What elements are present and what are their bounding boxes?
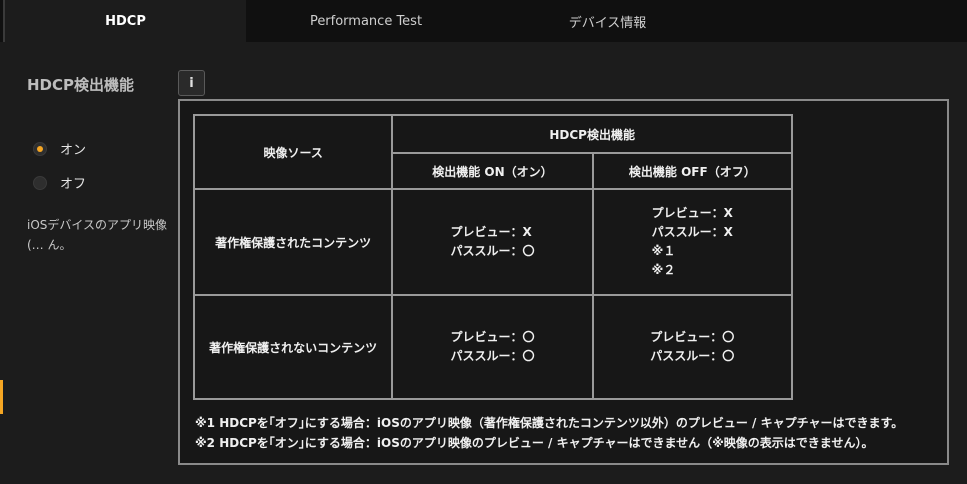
tab-device-info[interactable]: デバイス情報 xyxy=(486,0,729,42)
app-window: HDCP Performance Test デバイス情報 HDCP検出機能 i … xyxy=(0,0,967,484)
cell-line: パススルー：X xyxy=(651,225,733,239)
radio-option-off[interactable]: オフ xyxy=(33,173,86,192)
hdcp-description: iOSデバイスのアプリ映像(… ん。 xyxy=(27,218,168,252)
hdcp-info-popup: 映像ソース HDCP検出機能 検出機能 ON（オン） 検出機能 OFF（オフ） … xyxy=(178,99,949,465)
cell-line: ※１ xyxy=(651,244,676,258)
table-row: 著作権保護されないコンテンツ プレビュー：〇 パススルー：〇 プレビュー：〇 パ… xyxy=(192,294,794,400)
cell-protected-on: プレビュー：X パススルー：〇 xyxy=(391,188,594,296)
radio-on-indicator[interactable] xyxy=(33,141,47,156)
cell-line: パススルー：〇 xyxy=(650,349,735,363)
info-button[interactable]: i xyxy=(178,70,205,96)
col-on-header: 検出機能 ON（オン） xyxy=(391,152,594,190)
radio-off-label: オフ xyxy=(60,177,87,192)
col-off-header: 検出機能 OFF（オフ） xyxy=(591,152,794,190)
cell-line: プレビュー：X xyxy=(651,206,733,220)
cell-line: プレビュー：〇 xyxy=(650,330,735,344)
hdcp-matrix-table: 映像ソース HDCP検出機能 検出機能 ON（オン） 検出機能 OFF（オフ） … xyxy=(192,114,794,400)
row-source-unprotected: 著作権保護されないコンテンツ xyxy=(192,294,394,400)
cell-unprotected-on: プレビュー：〇 パススルー：〇 xyxy=(391,294,594,400)
tab-bar: HDCP Performance Test デバイス情報 xyxy=(0,0,967,42)
cell-protected-off: プレビュー：X パススルー：X ※１ ※２ xyxy=(591,188,794,296)
col-source-header: 映像ソース xyxy=(192,114,394,190)
group-header: HDCP検出機能 xyxy=(391,114,793,154)
tab-performance-test[interactable]: Performance Test xyxy=(246,0,486,42)
cell-line: プレビュー：〇 xyxy=(450,330,535,344)
radio-option-on[interactable]: オン xyxy=(33,139,86,158)
cell-line: パススルー：〇 xyxy=(450,349,535,363)
info-icon: i xyxy=(189,75,194,91)
footnote-2: ※2 HDCPを｢オン｣にする場合：iOSのアプリ映像のプレビュー / キャプチ… xyxy=(195,436,874,450)
footnotes: ※1 HDCPを｢オフ｣にする場合：iOSのアプリ映像（著作権保護されたコンテン… xyxy=(195,413,903,453)
cell-line: パススルー：〇 xyxy=(450,244,535,258)
table-row: 著作権保護されたコンテンツ プレビュー：X パススルー：〇 プレビュー：X パス… xyxy=(192,188,794,296)
radio-on-label: オン xyxy=(60,143,87,158)
hdcp-detection-label: HDCP検出機能 xyxy=(27,76,135,94)
radio-off-indicator[interactable] xyxy=(33,175,47,190)
footnote-1: ※1 HDCPを｢オフ｣にする場合：iOSのアプリ映像（著作権保護されたコンテン… xyxy=(195,416,904,430)
left-accent-bar xyxy=(0,380,3,414)
tab-hdcp[interactable]: HDCP xyxy=(3,0,246,42)
row-source-protected: 著作権保護されたコンテンツ xyxy=(192,188,394,296)
cell-line: ※２ xyxy=(651,263,676,277)
cell-line: プレビュー：X xyxy=(450,225,532,239)
cell-unprotected-off: プレビュー：〇 パススルー：〇 xyxy=(591,294,794,400)
